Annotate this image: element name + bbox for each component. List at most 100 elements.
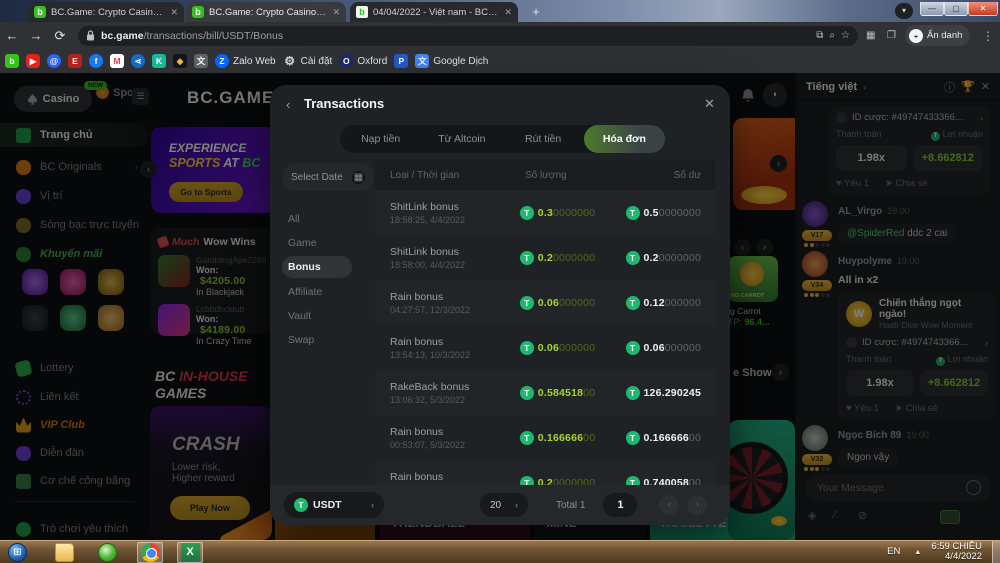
game-ticket-icon[interactable] bbox=[60, 305, 86, 331]
bookmark-at-icon[interactable]: @ bbox=[47, 54, 61, 68]
forward-icon[interactable]: → bbox=[24, 28, 48, 43]
nav-casino-toggle[interactable]: Casino bbox=[14, 86, 92, 112]
bookmark-facebook-icon[interactable]: f bbox=[89, 54, 103, 68]
share-button[interactable]: ➤ Chia sẻ bbox=[885, 178, 928, 189]
like-button[interactable]: ♥ Yêu 1 bbox=[836, 178, 869, 189]
show-desktop-button[interactable] bbox=[992, 541, 1000, 563]
avatar[interactable] bbox=[802, 251, 828, 277]
tab-from-altcoin[interactable]: Từ Altcoin bbox=[421, 125, 502, 153]
chat-username[interactable]: AL_Virgo bbox=[838, 206, 882, 217]
bookmark-p-icon[interactable]: P bbox=[394, 54, 408, 68]
sidebar-item-slots[interactable]: Vị trí bbox=[0, 184, 148, 208]
chat-win-card[interactable]: W Chiến thắng ngọt ngào! Hash Dice Wow M… bbox=[838, 292, 996, 420]
rain-tip-icon[interactable]: ◈ bbox=[808, 509, 816, 522]
filter-affiliate[interactable]: Affiliate bbox=[282, 281, 352, 303]
tab-deposit[interactable]: Nạp tiền bbox=[340, 125, 421, 153]
trophy-icon[interactable]: 🏆 bbox=[961, 80, 975, 93]
chat-message-input[interactable] bbox=[805, 475, 991, 501]
extensions-puzzle-icon[interactable]: ▦ bbox=[866, 30, 875, 41]
table-row[interactable]: Rain bonus13:54:13, 10/3/2022 T0.0600000… bbox=[375, 325, 715, 370]
sidebar-item-home[interactable]: Trang chủ bbox=[0, 123, 148, 147]
page-size-selector[interactable]: 20 › bbox=[480, 493, 528, 517]
table-row[interactable]: ShitLink bonus18:58:25, 4/4/2022 T0.3000… bbox=[375, 190, 715, 235]
table-row[interactable]: Rain bonus21:27:00, 15/2/2022 T0.2000000… bbox=[375, 460, 715, 487]
chat-rules-icon[interactable]: ∕. bbox=[834, 509, 839, 521]
notification-bell-icon[interactable] bbox=[741, 88, 755, 103]
coccoc-browser-icon[interactable] bbox=[98, 543, 117, 562]
bet-id-row[interactable]: ID cược: #49747433366... › bbox=[836, 112, 983, 123]
go-to-sports-button[interactable]: Go to Sports bbox=[169, 182, 243, 202]
table-row[interactable]: ShitLink bonus18:58:00, 4/4/2022 T0.2000… bbox=[375, 235, 715, 280]
game-claw-icon[interactable] bbox=[98, 269, 124, 295]
currency-selector[interactable]: TUSDT › bbox=[284, 492, 384, 518]
sidebar-collapse-icon[interactable]: ☰ bbox=[132, 88, 149, 105]
bookmark-oxford-label[interactable]: Oxford bbox=[357, 56, 387, 67]
chrome-taskbar-button[interactable] bbox=[137, 542, 163, 563]
taskbar-clock[interactable]: 6:59 CHIỀU 4/4/2022 bbox=[931, 542, 982, 562]
tab-close-icon[interactable]: ✕ bbox=[504, 7, 512, 18]
game-girl-icon[interactable] bbox=[98, 305, 124, 331]
chat-username[interactable]: Ngọc Bích 89 bbox=[838, 430, 901, 441]
row-prev-icon[interactable]: ‹ bbox=[734, 239, 751, 256]
gif-icon[interactable] bbox=[940, 510, 960, 524]
table-row[interactable]: RakeBack bonus13:06:32, 5/3/2022 T0.5845… bbox=[375, 370, 715, 415]
bookmark-settings-gear-icon[interactable]: ⚙ bbox=[283, 54, 297, 68]
bookmark-kucoin-icon[interactable]: K bbox=[152, 54, 166, 68]
bookmark-google-translate-icon[interactable]: 文 bbox=[415, 54, 429, 68]
carousel-prev-icon[interactable]: ‹ bbox=[140, 161, 157, 178]
tab-close-icon[interactable]: ✕ bbox=[332, 7, 340, 18]
bookmark-share-icon[interactable]: ⋖ bbox=[131, 54, 145, 68]
reload-icon[interactable]: ⟳ bbox=[48, 28, 72, 44]
roulette-side-card[interactable] bbox=[728, 420, 795, 540]
address-bar[interactable]: bc.game/transactions/bill/USDT/Bonus ⧉ ⌕… bbox=[78, 26, 858, 46]
chat-toggle-icon[interactable]: ◗ bbox=[763, 83, 787, 107]
game-chest-icon[interactable] bbox=[22, 305, 48, 331]
tab-close-icon[interactable]: ✕ bbox=[170, 7, 178, 18]
bookmark-gmail-icon[interactable]: M bbox=[110, 54, 124, 68]
minimize-button[interactable]: — bbox=[920, 2, 944, 16]
mention-text[interactable]: @SpiderRed bbox=[847, 228, 904, 239]
zoom-search-icon[interactable]: ⌕ bbox=[829, 30, 835, 41]
incognito-badge[interactable]: ◒ Ẩn danh bbox=[905, 25, 970, 46]
live-show-next-icon[interactable]: › bbox=[772, 364, 789, 381]
carousel-next-icon[interactable]: › bbox=[770, 155, 787, 172]
sidebar-item-affiliate[interactable]: Liên kết bbox=[0, 385, 148, 409]
excel-taskbar-button[interactable]: X bbox=[177, 542, 203, 563]
bookmark-e-icon[interactable]: E bbox=[68, 54, 82, 68]
game-dart-icon[interactable] bbox=[22, 269, 48, 295]
share-button[interactable]: ➤ Chia sẻ bbox=[895, 403, 938, 414]
row-next-icon[interactable]: › bbox=[756, 239, 773, 256]
sidebar-item-promotions[interactable]: Khuyến mãi bbox=[0, 242, 148, 266]
back-icon[interactable]: ← bbox=[0, 28, 24, 43]
filter-vault[interactable]: Vault bbox=[282, 305, 352, 327]
filter-bonus-active[interactable]: Bonus bbox=[282, 256, 352, 278]
game-wheel-icon[interactable] bbox=[60, 269, 86, 295]
browser-tab-1[interactable]: b BC.Game: Crypto Casino Games ✕ bbox=[28, 2, 184, 22]
chat-username[interactable]: Huypolyme bbox=[838, 256, 892, 267]
site-logo[interactable]: BC.GAME bbox=[187, 88, 274, 108]
chat-language-selector[interactable]: Tiếng việt bbox=[806, 81, 857, 93]
sidebar-item-live-casino[interactable]: Sòng bạc trực tuyến bbox=[0, 213, 148, 237]
bookmark-zalo-icon[interactable]: Z bbox=[215, 54, 229, 68]
start-button[interactable]: ⊞ bbox=[8, 543, 27, 562]
current-page-pill[interactable]: 1 bbox=[603, 493, 637, 517]
file-explorer-icon[interactable] bbox=[55, 543, 74, 562]
bookmark-binance-icon[interactable]: ◆ bbox=[173, 54, 187, 68]
prev-page-icon[interactable]: ‹ bbox=[659, 495, 679, 515]
chat-close-icon[interactable]: ✕ bbox=[981, 80, 990, 93]
bookmark-star-icon[interactable]: ☆ bbox=[841, 30, 850, 41]
bookmark-settings-label[interactable]: Cài đặt bbox=[301, 56, 333, 67]
table-row[interactable]: Rain bonus00:53:07, 5/3/2022 T0.16666600… bbox=[375, 415, 715, 460]
table-row[interactable]: Rain bonus04:27:57, 12/3/2022 T0.0600000… bbox=[375, 280, 715, 325]
tray-expand-icon[interactable]: ▲ bbox=[914, 549, 921, 556]
sidebar-item-lottery[interactable]: Lottery bbox=[0, 356, 148, 380]
browser-tab-2-active[interactable]: b BC.Game: Crypto Casino Games ✕ bbox=[186, 2, 346, 22]
sidebar-item-fairness[interactable]: Cơ chế công bằng bbox=[0, 469, 148, 493]
browser-tab-3[interactable]: b 04/04/2022 - Việt nam - BC.Gam ✕ bbox=[350, 2, 518, 22]
sidebar-item-forum[interactable]: Diễn đàn bbox=[0, 441, 148, 465]
bookmark-youtube-icon[interactable]: ▶ bbox=[26, 54, 40, 68]
wow-win-entry[interactable]: GamblingApe2286 Won: $4205.00 In Blackja… bbox=[158, 255, 264, 297]
bookmark-translate-page-icon[interactable]: 文 bbox=[194, 54, 208, 68]
avatar[interactable] bbox=[802, 201, 828, 227]
emoji-icon[interactable] bbox=[966, 480, 981, 495]
